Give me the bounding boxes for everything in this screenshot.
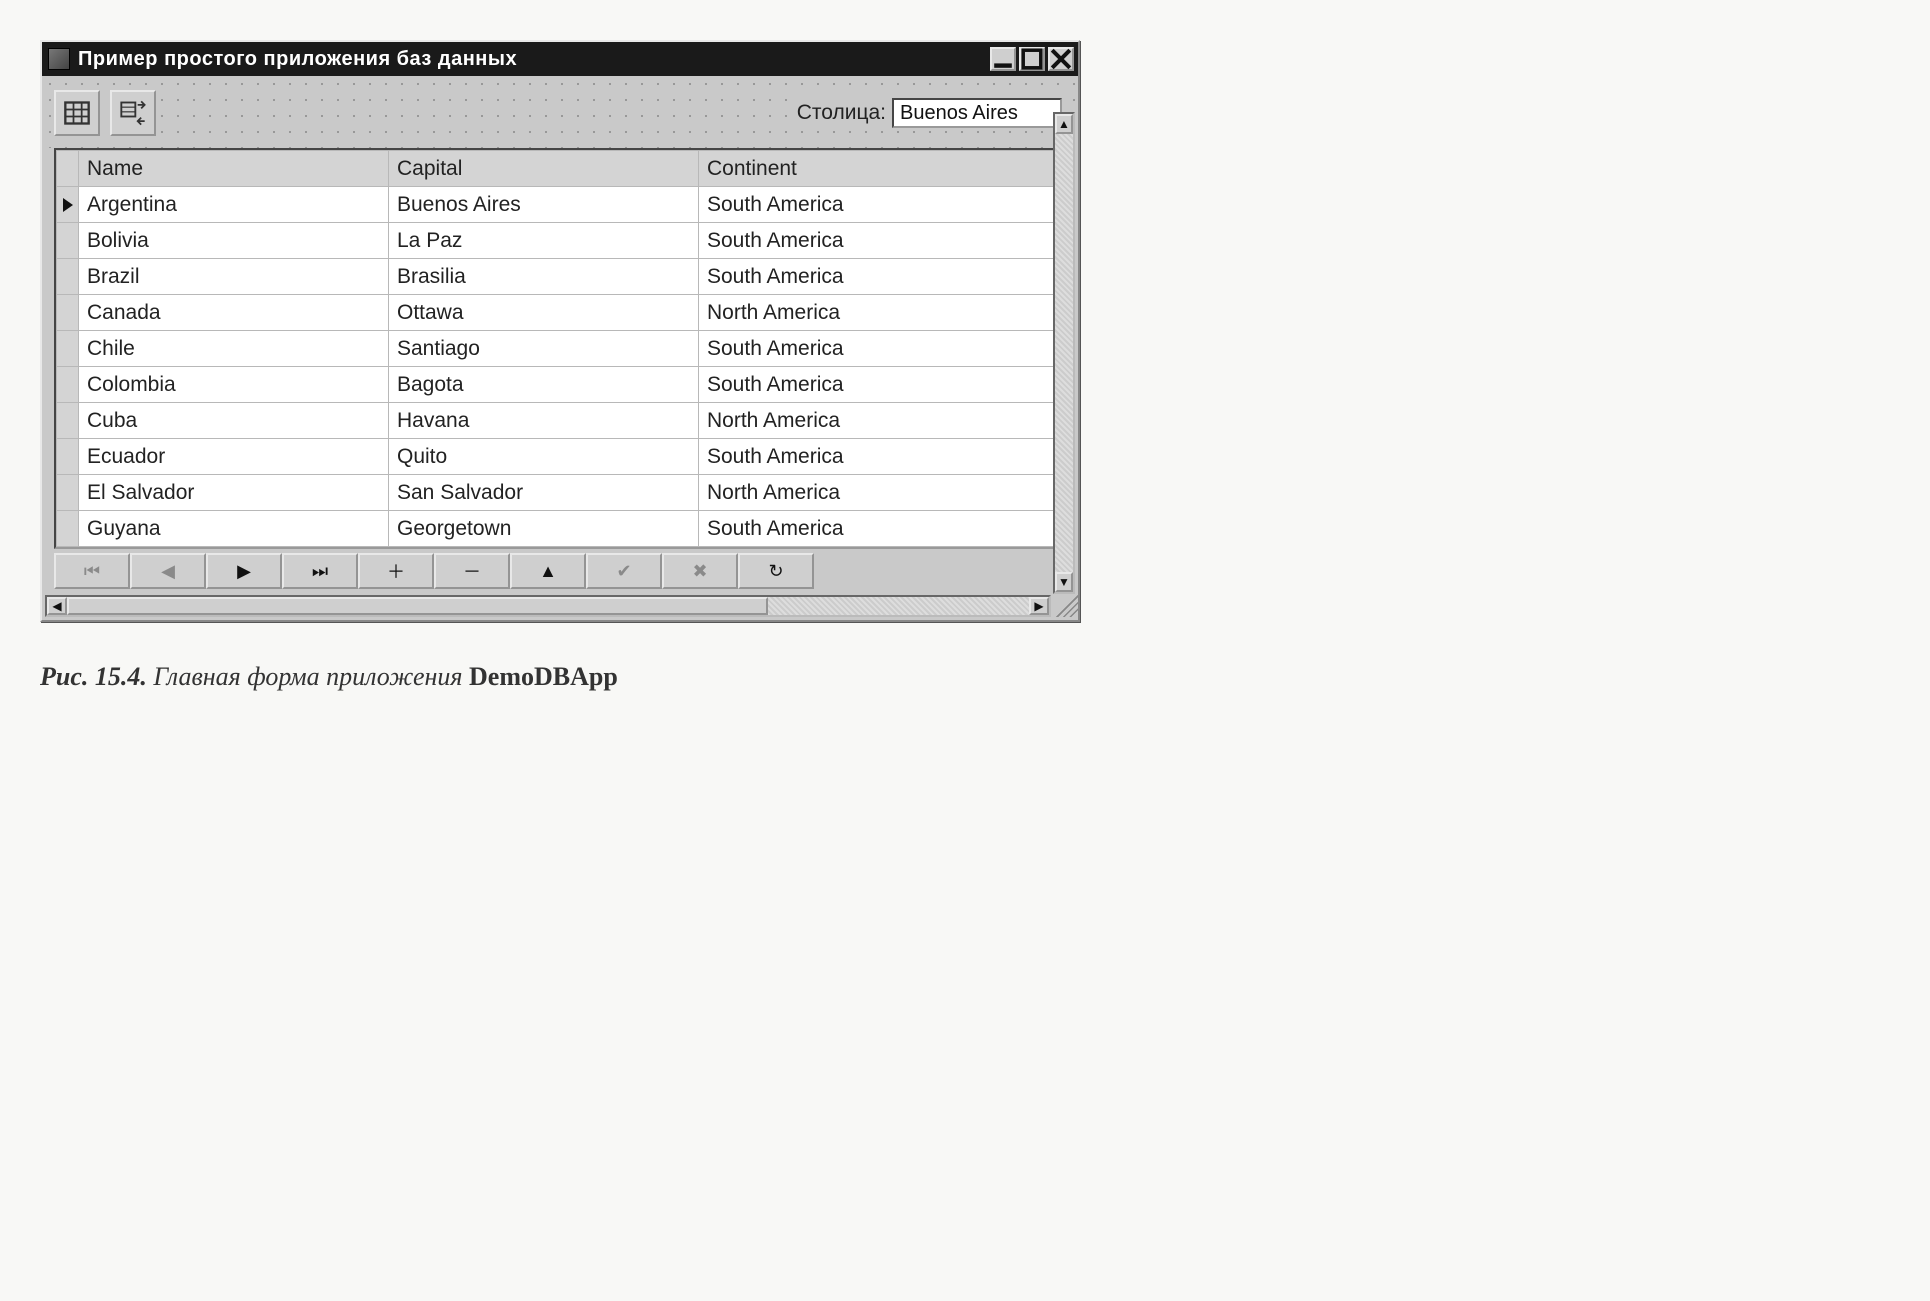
row-indicator-icon xyxy=(57,259,79,294)
cell-name[interactable]: Canada xyxy=(79,295,389,331)
cell-capital[interactable]: Santiago xyxy=(389,331,699,367)
cell-continent[interactable]: South America xyxy=(699,259,1064,295)
cell-continent[interactable]: South America xyxy=(699,367,1064,403)
db-navigator: ⏮◀▶⏭＋－▲✔✖↻ xyxy=(54,553,1066,589)
cell-name[interactable]: El Salvador xyxy=(79,475,389,511)
table-row[interactable]: EcuadorQuitoSouth America xyxy=(57,439,1064,475)
grid-header-row: Name Capital Continent xyxy=(57,151,1064,187)
nav-edit-button[interactable]: ▲ xyxy=(510,553,586,589)
table-row[interactable]: GuyanaGeorgetownSouth America xyxy=(57,511,1064,547)
column-header-name[interactable]: Name xyxy=(79,151,389,187)
cell-capital[interactable]: Ottawa xyxy=(389,295,699,331)
row-indicator-icon xyxy=(57,403,79,438)
cell-capital[interactable]: Bagota xyxy=(389,367,699,403)
scroll-up-arrow-icon[interactable]: ▲ xyxy=(1055,114,1073,134)
db-grid[interactable]: Name Capital Continent ArgentinaBuenos A… xyxy=(54,148,1066,549)
cell-name[interactable]: Colombia xyxy=(79,367,389,403)
cell-capital[interactable]: San Salvador xyxy=(389,475,699,511)
figure-app-name: DemoDBApp xyxy=(469,662,618,691)
table-row[interactable]: BrazilBrasiliaSouth America xyxy=(57,259,1064,295)
row-indicator-icon xyxy=(57,187,79,222)
cell-continent[interactable]: South America xyxy=(699,439,1064,475)
nav-insert-button[interactable]: ＋ xyxy=(358,553,434,589)
capital-label: Столица: xyxy=(797,101,886,125)
cell-capital[interactable]: Buenos Aires xyxy=(389,187,699,223)
window-title: Пример простого приложения баз данных xyxy=(78,48,517,71)
scroll-right-arrow-icon[interactable]: ▶ xyxy=(1029,597,1049,615)
horizontal-scrollbar[interactable]: ◀ ▶ xyxy=(45,595,1051,617)
column-header-continent[interactable]: Continent xyxy=(699,151,1064,187)
cell-name[interactable]: Cuba xyxy=(79,403,389,439)
cell-name[interactable]: Brazil xyxy=(79,259,389,295)
cell-continent[interactable]: North America xyxy=(699,475,1064,511)
app-window: Пример простого приложения баз данных Ст… xyxy=(40,40,1080,622)
table-row[interactable]: CanadaOttawaNorth America xyxy=(57,295,1064,331)
cell-continent[interactable]: South America xyxy=(699,223,1064,259)
scroll-track[interactable] xyxy=(1055,134,1073,572)
row-indicator-icon xyxy=(57,475,79,510)
maximize-button[interactable] xyxy=(1019,47,1045,71)
table-row[interactable]: El SalvadorSan SalvadorNorth America xyxy=(57,475,1064,511)
cell-capital[interactable]: Brasilia xyxy=(389,259,699,295)
cell-capital[interactable]: Quito xyxy=(389,439,699,475)
cell-name[interactable]: Chile xyxy=(79,331,389,367)
nav-first-button: ⏮ xyxy=(54,553,130,589)
row-indicator-icon xyxy=(57,439,79,474)
cell-continent[interactable]: North America xyxy=(699,295,1064,331)
figure-text: Главная форма приложения xyxy=(147,662,469,691)
vertical-scrollbar[interactable]: ▲ ▼ xyxy=(1053,112,1075,594)
dbgrid-component-icon[interactable] xyxy=(54,90,100,136)
resize-grip-icon[interactable] xyxy=(1056,595,1078,617)
nav-next-button[interactable]: ▶ xyxy=(206,553,282,589)
close-button[interactable] xyxy=(1048,47,1074,71)
cell-continent[interactable]: North America xyxy=(699,403,1064,439)
capital-input[interactable] xyxy=(892,98,1062,128)
table-row[interactable]: ChileSantiagoSouth America xyxy=(57,331,1064,367)
cell-name[interactable]: Argentina xyxy=(79,187,389,223)
table-row[interactable]: BoliviaLa PazSouth America xyxy=(57,223,1064,259)
dbnavigator-component-icon[interactable] xyxy=(110,90,156,136)
scroll-track[interactable] xyxy=(768,597,1029,615)
cell-continent[interactable]: South America xyxy=(699,187,1064,223)
nav-prior-button: ◀ xyxy=(130,553,206,589)
cell-continent[interactable]: South America xyxy=(699,511,1064,547)
cell-continent[interactable]: South America xyxy=(699,331,1064,367)
cell-capital[interactable]: Havana xyxy=(389,403,699,439)
client-area: Столица: Name Capital Continent Argentin xyxy=(42,76,1078,620)
cell-name[interactable]: Bolivia xyxy=(79,223,389,259)
column-header-capital[interactable]: Capital xyxy=(389,151,699,187)
table-row[interactable]: ColombiaBagotaSouth America xyxy=(57,367,1064,403)
cell-capital[interactable]: La Paz xyxy=(389,223,699,259)
nav-cancel-button: ✖ xyxy=(662,553,738,589)
form-designer-surface: Столица: xyxy=(42,76,1078,148)
scroll-left-arrow-icon[interactable]: ◀ xyxy=(47,597,67,615)
nav-last-button[interactable]: ⏭ xyxy=(282,553,358,589)
cell-capital[interactable]: Georgetown xyxy=(389,511,699,547)
figure-number: Рис. 15.4. xyxy=(40,662,147,691)
table-row[interactable]: CubaHavanaNorth America xyxy=(57,403,1064,439)
row-indicator-icon xyxy=(57,367,79,402)
minimize-button[interactable] xyxy=(990,47,1016,71)
row-indicator-icon xyxy=(57,511,79,546)
title-bar: Пример простого приложения баз данных xyxy=(42,42,1078,76)
cell-name[interactable]: Guyana xyxy=(79,511,389,547)
nav-refresh-button[interactable]: ↻ xyxy=(738,553,814,589)
row-indicator-icon xyxy=(57,331,79,366)
nav-delete-button[interactable]: － xyxy=(434,553,510,589)
figure-caption: Рис. 15.4. Главная форма приложения Demo… xyxy=(40,662,1890,692)
nav-post-button: ✔ xyxy=(586,553,662,589)
row-indicator-icon xyxy=(57,223,79,258)
scroll-thumb[interactable] xyxy=(67,597,768,615)
table-row[interactable]: ArgentinaBuenos AiresSouth America xyxy=(57,187,1064,223)
cell-name[interactable]: Ecuador xyxy=(79,439,389,475)
row-indicator-icon xyxy=(57,295,79,330)
app-icon xyxy=(48,48,70,70)
scroll-down-arrow-icon[interactable]: ▼ xyxy=(1055,572,1073,592)
row-indicator-header xyxy=(57,151,79,187)
